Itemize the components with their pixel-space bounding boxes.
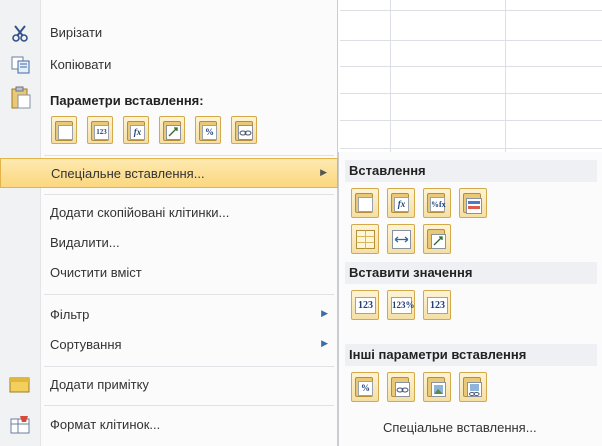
submenu-paste-values-button[interactable]: 123 [351, 290, 379, 320]
paste-values-number-format-icon: 123% [391, 297, 415, 314]
submenu-paste-values-source-formatting-button[interactable]: 123 [423, 290, 451, 320]
filter-label: Фільтр [50, 307, 90, 322]
menu-separator [44, 366, 334, 367]
grid-line [340, 66, 602, 67]
paste-formatting-icon: % [358, 381, 373, 396]
submenu-paste-formulas-button[interactable]: fx [387, 188, 415, 218]
grid-line [340, 40, 602, 41]
paste-link-icon [238, 125, 253, 140]
paste-keep-column-widths-icon [392, 230, 411, 249]
submenu-paste-values-number-format-button[interactable]: 123% [387, 290, 415, 320]
submenu-paste-link-button[interactable] [387, 372, 415, 402]
submenu-paste-button[interactable] [351, 188, 379, 218]
format-cells-menu-item[interactable]: Формат клітинок... [0, 410, 338, 440]
submenu-paste-formatting-button[interactable]: % [351, 372, 379, 402]
paste-values-section-header: Вставити значення [345, 262, 597, 284]
paste-special-label: Спеціальне вставлення... [51, 166, 205, 181]
paste-linked-picture-icon [467, 382, 482, 397]
submenu-paste-formulas-number-format-button[interactable]: %fx [423, 188, 451, 218]
delete-label: Видалити... [50, 235, 120, 250]
paste-no-borders-icon [356, 230, 375, 249]
paste-formulas-icon: fx [130, 125, 145, 140]
paste-keep-source-formatting-icon [466, 198, 482, 214]
paste-formatting-icon: % [202, 125, 217, 140]
other-paste-options-section-header: Інші параметри вставлення [345, 344, 597, 366]
submenu-paste-no-borders-button[interactable] [351, 224, 379, 254]
paste-values-button[interactable]: 123 [87, 116, 113, 144]
paste-button[interactable] [51, 116, 77, 144]
submenu-paste-transpose-button[interactable] [423, 224, 451, 254]
sort-menu-item[interactable]: Сортування ▶ [0, 330, 338, 360]
format-cells-label: Формат клітинок... [50, 417, 161, 432]
comment-icon [9, 377, 30, 393]
paste-formatting-button[interactable]: % [195, 116, 221, 144]
paste-formulas-button[interactable]: fx [123, 116, 149, 144]
submenu-arrow-icon: ▶ [320, 167, 327, 177]
paste-options-header: Параметри вставлення: [50, 93, 204, 108]
menu-separator [44, 194, 334, 195]
sort-label: Сортування [50, 337, 122, 352]
paste-transpose-icon [166, 125, 181, 140]
paste-special-more-link[interactable]: Спеціальне вставлення... [383, 420, 537, 435]
clipboard-icon [11, 86, 31, 109]
context-menu: Вирізати Копіювати Параметри вставлення:… [0, 0, 338, 446]
delete-menu-item[interactable]: Видалити... [0, 228, 338, 258]
paste-special-submenu: Вставлення fx %fx Вставити значення 123 … [338, 152, 602, 446]
submenu-paste-keep-source-formatting-button[interactable] [459, 188, 487, 218]
clear-contents-label: Очистити вміст [50, 265, 142, 280]
menu-separator [44, 155, 334, 156]
copy-label: Копіювати [50, 57, 112, 72]
insert-copied-cells-label: Додати скопійовані клітинки... [50, 205, 230, 220]
paste-values-icon: 123 [355, 297, 376, 314]
copy-icon [11, 56, 30, 74]
format-cells-icon [10, 416, 30, 434]
grid-line [390, 0, 391, 152]
paste-values-source-formatting-icon: 123 [427, 297, 448, 314]
grid-line [505, 0, 506, 152]
paste-picture-icon [431, 382, 446, 397]
paste-icon [358, 197, 373, 212]
paste-transpose-icon [431, 234, 446, 249]
paste-formulas-number-format-icon: %fx [430, 197, 446, 212]
cut-label: Вирізати [50, 25, 103, 40]
insert-copied-cells-menu-item[interactable]: Додати скопійовані клітинки... [0, 198, 338, 228]
filter-menu-item[interactable]: Фільтр ▶ [0, 300, 338, 330]
paste-values-icon: 123 [94, 125, 109, 140]
paste-transpose-button[interactable] [159, 116, 185, 144]
submenu-arrow-icon: ▶ [321, 338, 328, 348]
copy-menu-item[interactable]: Копіювати [0, 50, 338, 80]
add-comment-menu-item[interactable]: Додати примітку [0, 370, 338, 400]
paste-special-menu-item[interactable]: Спеціальне вставлення... ▶ [0, 158, 338, 188]
submenu-paste-keep-column-widths-button[interactable] [387, 224, 415, 254]
grid-line [340, 10, 602, 11]
grid-line [340, 148, 602, 149]
paste-link-icon [395, 382, 410, 397]
paste-section-header: Вставлення [345, 160, 597, 182]
grid-line [340, 93, 602, 94]
cut-menu-item[interactable]: Вирізати [0, 18, 338, 48]
clear-contents-menu-item[interactable]: Очистити вміст [0, 258, 338, 288]
scissors-icon [12, 25, 28, 42]
paste-link-button[interactable] [231, 116, 257, 144]
submenu-paste-linked-picture-button[interactable] [459, 372, 487, 402]
paste-formulas-icon: fx [394, 197, 409, 212]
menu-separator [44, 405, 334, 406]
submenu-paste-picture-button[interactable] [423, 372, 451, 402]
paste-icon [58, 125, 73, 140]
submenu-arrow-icon: ▶ [321, 308, 328, 318]
grid-line [340, 120, 602, 121]
menu-separator [44, 294, 334, 295]
add-comment-label: Додати примітку [50, 377, 149, 392]
